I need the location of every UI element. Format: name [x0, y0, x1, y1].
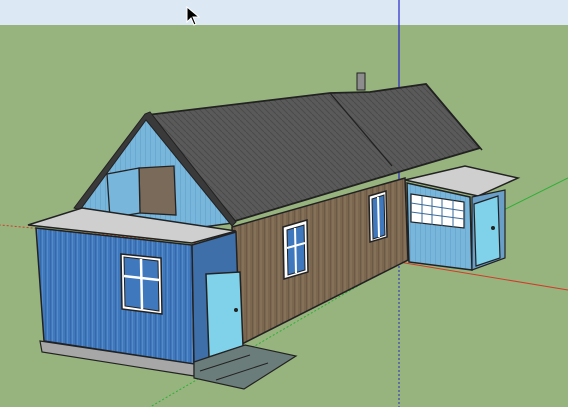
- door-handle: [234, 308, 238, 312]
- sketchup-viewport[interactable]: [0, 0, 568, 407]
- arrow-cursor-icon: [186, 6, 200, 26]
- chimney: [356, 72, 366, 91]
- attic-shutter: [106, 167, 141, 219]
- attic-opening: [138, 165, 177, 216]
- house-model[interactable]: [27, 72, 521, 390]
- scene-canvas[interactable]: [0, 0, 568, 407]
- front-door[interactable]: [205, 271, 244, 359]
- right-porch-door[interactable]: [473, 195, 501, 267]
- door-handle: [491, 226, 495, 230]
